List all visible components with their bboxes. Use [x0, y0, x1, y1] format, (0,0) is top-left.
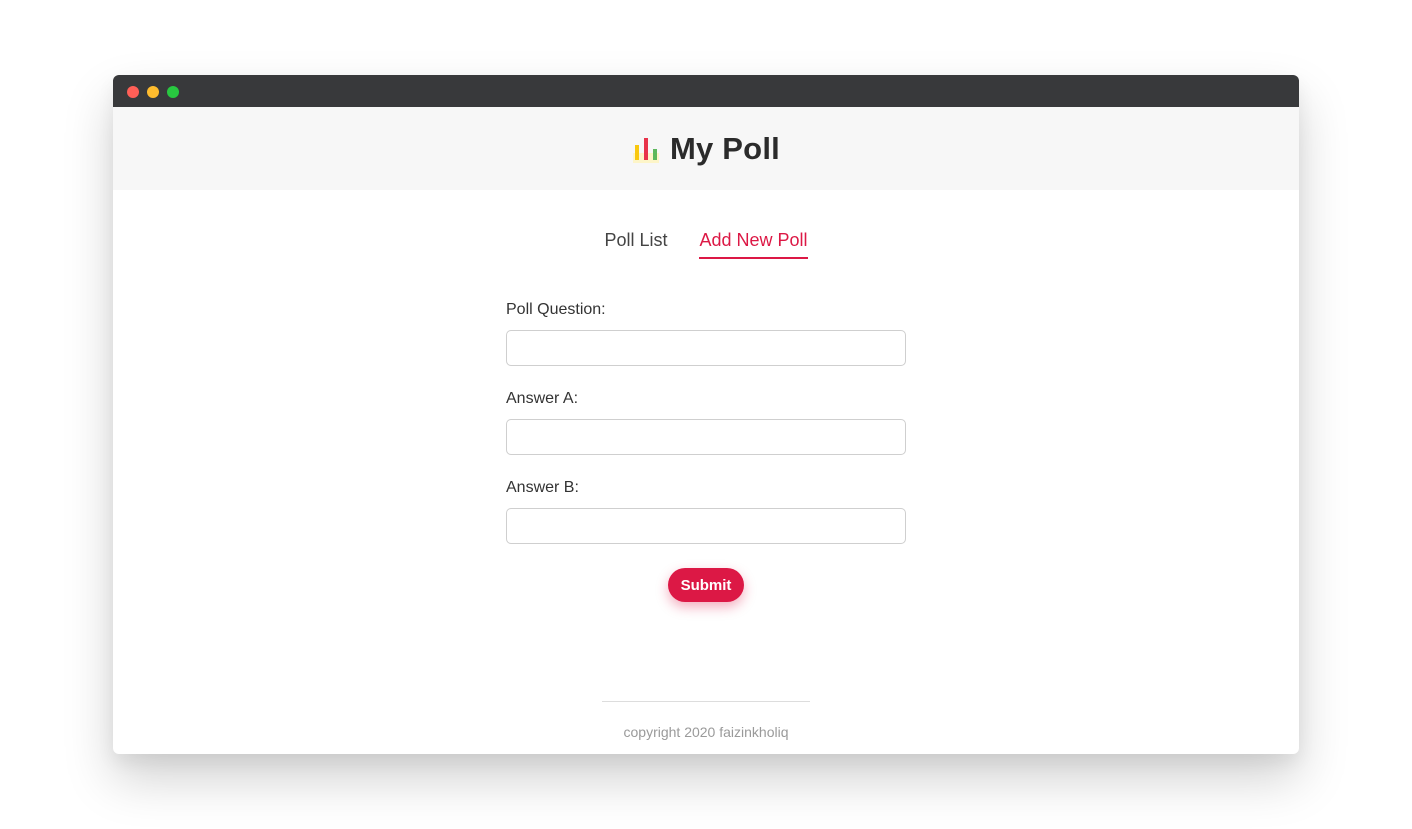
tab-add-new-poll[interactable]: Add New Poll: [699, 230, 808, 259]
app-window: My Poll Poll List Add New Poll Poll Ques…: [113, 75, 1299, 754]
submit-button[interactable]: Submit: [668, 568, 744, 602]
copyright-text: copyright 2020 faizinkholiq: [623, 724, 789, 740]
minimize-window-button[interactable]: [147, 86, 159, 98]
bar-chart-icon: [633, 137, 660, 163]
answer-a-input[interactable]: [506, 419, 906, 455]
answer-a-label: Answer A:: [506, 390, 579, 407]
answer-b-field-group: Answer B:: [506, 479, 906, 544]
question-input[interactable]: [506, 330, 906, 366]
answer-a-field-group: Answer A:: [506, 390, 906, 455]
new-poll-form: Poll Question: Answer A: Answer B: Submi…: [506, 301, 906, 602]
footer: copyright 2020 faizinkholiq: [113, 701, 1299, 740]
close-window-button[interactable]: [127, 86, 139, 98]
zoom-window-button[interactable]: [167, 86, 179, 98]
app-header: My Poll: [113, 107, 1299, 190]
answer-b-label: Answer B:: [506, 479, 579, 496]
tab-bar: Poll List Add New Poll: [113, 230, 1299, 259]
window-titlebar: [113, 75, 1299, 107]
answer-b-input[interactable]: [506, 508, 906, 544]
question-field-group: Poll Question:: [506, 301, 906, 366]
submit-row: Submit: [506, 568, 906, 602]
app-title: My Poll: [670, 130, 780, 166]
footer-divider: [602, 701, 810, 702]
tab-poll-list[interactable]: Poll List: [604, 230, 667, 259]
question-label: Poll Question:: [506, 301, 606, 318]
brand: My Poll: [632, 131, 780, 167]
